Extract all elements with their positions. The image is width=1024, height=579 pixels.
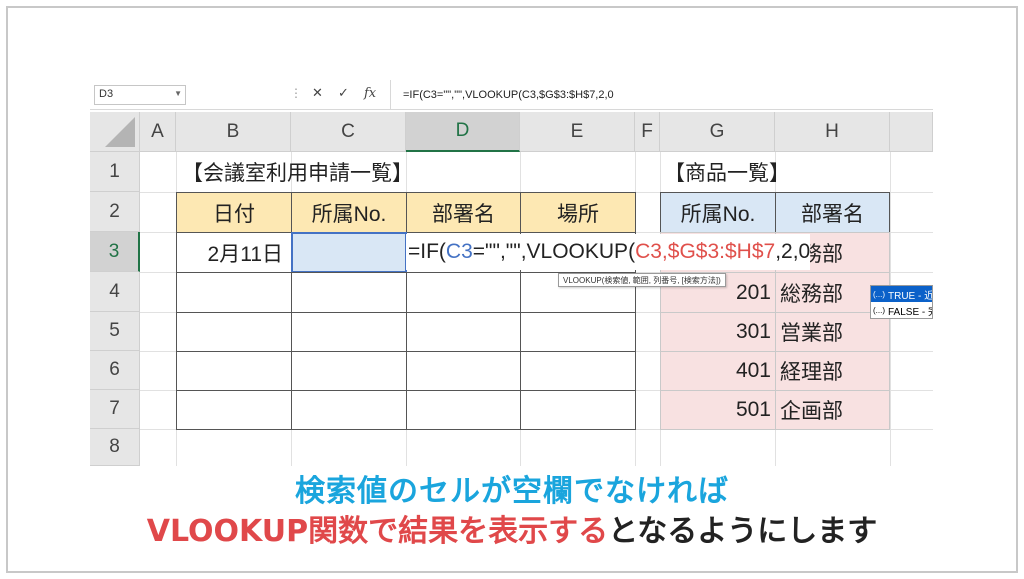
autocomplete-label: FALSE - 完全一致 xyxy=(888,306,932,318)
column-header-f[interactable]: F xyxy=(635,112,660,152)
cell-b6[interactable] xyxy=(176,351,292,391)
cell-b5[interactable] xyxy=(176,312,292,352)
cell-c6[interactable] xyxy=(291,351,407,391)
column-header-e[interactable]: E xyxy=(520,112,635,152)
cell-c4[interactable] xyxy=(291,272,407,313)
chevron-down-icon[interactable]: ▼ xyxy=(174,89,182,98)
cell-e5[interactable] xyxy=(520,312,636,352)
row-header-6[interactable]: 6 xyxy=(90,351,140,390)
cell-b3-date[interactable]: 2月11日 xyxy=(176,232,292,273)
formula-part: =IF( xyxy=(408,240,446,263)
formula-ref-range: $G$3:$H$7 xyxy=(667,240,776,263)
cell-c3-selected[interactable] xyxy=(291,232,407,273)
cell-g1-title[interactable]: 【商品一覧】 xyxy=(664,152,790,192)
cell-b7[interactable] xyxy=(176,390,292,430)
argument-icon: (...) xyxy=(873,305,885,315)
cell-c5[interactable] xyxy=(291,312,407,352)
formula-bar: D3 ▼ ⋮ ✕ ✓ fx =IF(C3="","",VLOOKUP(C3,$G… xyxy=(90,80,933,110)
cell-g2-header[interactable]: 所属No. xyxy=(660,192,776,233)
row-header-1[interactable]: 1 xyxy=(90,152,140,192)
cell-d7[interactable] xyxy=(406,390,521,430)
row-header-4[interactable]: 4 xyxy=(90,272,140,312)
cell-e2-header[interactable]: 場所 xyxy=(520,192,636,233)
column-header-blank xyxy=(890,112,933,152)
cell-g6[interactable]: 401 xyxy=(660,351,776,391)
cell-b4[interactable] xyxy=(176,272,292,313)
row-header-2[interactable]: 2 xyxy=(90,192,140,232)
name-box[interactable]: D3 ▼ xyxy=(94,85,186,105)
column-header-g[interactable]: G xyxy=(660,112,775,152)
formula-ref-c3-lookup: C3 xyxy=(635,240,662,263)
separator-dots-icon: ⋮ xyxy=(290,86,302,100)
formula-part: ,2,0 xyxy=(775,240,811,263)
cell-g7[interactable]: 501 xyxy=(660,390,776,430)
cell-d3-formula-editor[interactable]: =IF(C3 ="","",VLOOKUP(C3, $G$3:$H$7,2,0 xyxy=(406,234,811,270)
column-header-b[interactable]: B xyxy=(176,112,291,152)
cell-b2-header[interactable]: 日付 xyxy=(176,192,292,233)
autocomplete-item-true[interactable]: (...)TRUE - 近似一致 xyxy=(871,286,932,302)
cell-d2-header[interactable]: 部署名 xyxy=(406,192,521,233)
select-all-corner[interactable] xyxy=(90,112,140,152)
cell-d5[interactable] xyxy=(406,312,521,352)
cancel-icon[interactable]: ✕ xyxy=(312,86,323,101)
cell-b1-title[interactable]: 【会議室利用申請一覧】 xyxy=(182,152,413,192)
autocomplete-item-false[interactable]: (...)FALSE - 完全一致 xyxy=(871,302,932,318)
insert-function-icon[interactable]: fx xyxy=(364,86,376,101)
enter-check-icon[interactable]: ✓ xyxy=(338,86,349,101)
caption-rest: となるようにします xyxy=(608,514,878,549)
caption-highlight: VLOOKUP関数で結果を表示する xyxy=(146,514,609,549)
name-box-value: D3 xyxy=(99,88,114,100)
row-header-7[interactable]: 7 xyxy=(90,390,140,429)
cell-h2-header[interactable]: 部署名 xyxy=(775,192,890,233)
cell-g5[interactable]: 301 xyxy=(660,312,776,352)
formula-ref-c3: C3 xyxy=(445,240,473,263)
cell-h7[interactable]: 企画部 xyxy=(775,390,890,430)
cell-d4[interactable] xyxy=(406,272,521,313)
formula-part: ="","",VLOOKUP( xyxy=(472,240,636,263)
column-header-a[interactable]: A xyxy=(140,112,176,152)
caption-line-1: 検索値のセルが空欄でなければ xyxy=(295,474,729,509)
column-header-h[interactable]: H xyxy=(775,112,890,152)
autocomplete-label: TRUE - 近似一致 xyxy=(888,290,932,302)
formula-input[interactable]: =IF(C3="","",VLOOKUP(C3,$G$3:$H$7,2,0 xyxy=(390,80,933,110)
cell-e7[interactable] xyxy=(520,390,636,430)
cell-c2-header[interactable]: 所属No. xyxy=(291,192,407,233)
column-header-c[interactable]: C xyxy=(291,112,406,152)
caption-line-2: VLOOKUP関数で結果を表示するとなるようにします xyxy=(0,506,1024,550)
autocomplete-list: (...)TRUE - 近似一致 (...)FALSE - 完全一致 xyxy=(870,285,933,319)
row-header-8[interactable]: 8 xyxy=(90,429,140,466)
cell-h6[interactable]: 経理部 xyxy=(775,351,890,391)
spreadsheet-grid: A B C D E F G H 1 2 3 4 5 6 7 8 【会議室利用申請… xyxy=(90,112,933,466)
function-tooltip: VLOOKUP(検索値, 範囲, 列番号, [検索方法]) xyxy=(558,273,726,287)
cell-d6[interactable] xyxy=(406,351,521,391)
row-header-3[interactable]: 3 xyxy=(90,232,140,272)
cell-e6[interactable] xyxy=(520,351,636,391)
row-header-5[interactable]: 5 xyxy=(90,312,140,351)
argument-icon: (...) xyxy=(873,289,885,299)
cell-c7[interactable] xyxy=(291,390,407,430)
column-header-d[interactable]: D xyxy=(406,112,520,152)
